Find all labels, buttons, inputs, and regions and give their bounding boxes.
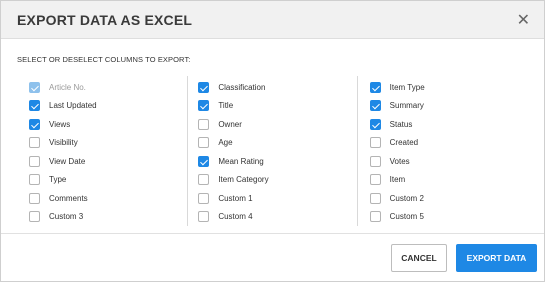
checkbox-custom-1[interactable] [198, 192, 210, 204]
checkbox-label: Owner [218, 119, 242, 129]
checkbox-comments[interactable] [29, 192, 40, 204]
checkbox-custom-5[interactable] [369, 211, 381, 223]
checkbox-item[interactable] [369, 174, 381, 186]
column-option-age[interactable]: Age [198, 134, 356, 153]
column-option-views[interactable]: Views [29, 115, 187, 134]
checkbox-last-updated[interactable] [29, 100, 40, 112]
column-option-article-no: Article No. [29, 78, 187, 97]
column-option-type[interactable]: Type [29, 171, 187, 190]
checkbox-created[interactable] [369, 137, 381, 149]
checkbox-label: Views [49, 119, 71, 129]
checkbox-custom-3[interactable] [29, 211, 40, 223]
checkbox-item-category[interactable] [198, 174, 210, 186]
checkbox-custom-2[interactable] [369, 192, 381, 204]
column-option-custom-4[interactable]: Custom 4 [198, 208, 356, 227]
checkbox-label: View Date [49, 156, 86, 166]
column-options: Article No. Last Updated Views Visibility Vi… [17, 76, 528, 226]
column-option-title[interactable]: Title [198, 97, 356, 116]
dialog-title: EXPORT DATA AS EXCEL [17, 11, 193, 28]
checkbox-label: Age [218, 138, 233, 148]
cancel-button[interactable]: CANCEL [391, 243, 447, 272]
column-option-summary[interactable]: Summary [369, 97, 528, 116]
checkbox-label: Summary [389, 101, 424, 111]
checkbox-classification[interactable] [198, 81, 210, 93]
checkbox-label: Created [389, 138, 419, 148]
dialog-header: EXPORT DATA AS EXCEL ✕ [1, 1, 544, 39]
option-column-2: Classification Title Owner Age Mean Rating It… [187, 76, 356, 226]
checkbox-label: Votes [389, 156, 410, 166]
column-option-created[interactable]: Created [369, 134, 528, 153]
checkbox-label: Classification [218, 82, 266, 92]
column-option-comments[interactable]: Comments [29, 189, 187, 208]
checkbox-label: Custom 4 [218, 212, 253, 222]
checkbox-age[interactable] [198, 137, 210, 149]
checkbox-label: Item Category [218, 175, 269, 185]
checkbox-label: Custom 3 [49, 212, 84, 222]
checkbox-label: Custom 1 [218, 193, 253, 203]
option-column-1: Article No. Last Updated Views Visibility Vi… [17, 76, 187, 226]
column-option-view-date[interactable]: View Date [29, 152, 187, 171]
column-option-votes[interactable]: Votes [369, 152, 528, 171]
checkbox-label: Item Type [389, 82, 425, 92]
column-option-custom-2[interactable]: Custom 2 [369, 189, 528, 208]
checkbox-label: Type [49, 175, 67, 185]
checkbox-status[interactable] [369, 118, 381, 130]
checkbox-visibility[interactable] [29, 137, 40, 149]
checkbox-votes[interactable] [369, 155, 381, 167]
checkbox-label: Title [218, 101, 234, 111]
column-option-last-updated[interactable]: Last Updated [29, 97, 187, 116]
checkbox-label: Item [389, 175, 406, 185]
export-excel-dialog: EXPORT DATA AS EXCEL ✕ SELECT OR DESELEC… [0, 0, 545, 282]
checkbox-label: Article No. [49, 82, 86, 92]
export-data-button[interactable]: EXPORT DATA [456, 243, 537, 272]
checkbox-owner[interactable] [198, 118, 210, 130]
column-option-item-category[interactable]: Item Category [198, 171, 356, 190]
checkbox-summary[interactable] [369, 100, 381, 112]
column-option-item-type[interactable]: Item Type [369, 78, 528, 97]
checkbox-mean-rating[interactable] [198, 155, 210, 167]
column-option-mean-rating[interactable]: Mean Rating [198, 152, 356, 171]
checkbox-label: Status [389, 119, 413, 129]
checkbox-label: Mean Rating [218, 156, 264, 166]
checkbox-custom-4[interactable] [198, 211, 210, 223]
checkbox-type[interactable] [29, 174, 40, 186]
column-option-custom-3[interactable]: Custom 3 [29, 208, 187, 227]
checkbox-label: Last Updated [49, 101, 97, 111]
column-option-owner[interactable]: Owner [198, 115, 356, 134]
checkbox-views[interactable] [29, 118, 40, 130]
instructions-text: SELECT OR DESELECT COLUMNS TO EXPORT: [17, 55, 191, 64]
option-column-3: Item Type Summary Status Created Votes Item Cu… [356, 76, 528, 227]
checkbox-label: Visibility [49, 138, 78, 148]
checkbox-label: Custom 5 [389, 212, 424, 222]
column-option-custom-5[interactable]: Custom 5 [369, 208, 528, 227]
column-option-custom-1[interactable]: Custom 1 [198, 189, 356, 208]
checkbox-label: Custom 2 [389, 193, 424, 203]
checkbox-article-no [29, 81, 40, 93]
checkbox-title[interactable] [198, 100, 210, 112]
column-option-visibility[interactable]: Visibility [29, 134, 187, 153]
close-icon[interactable]: ✕ [517, 11, 530, 28]
column-option-classification[interactable]: Classification [198, 78, 356, 97]
dialog-footer: CANCEL EXPORT DATA [1, 233, 544, 281]
dialog-body: SELECT OR DESELECT COLUMNS TO EXPORT: Ar… [1, 39, 544, 226]
checkbox-label: Comments [49, 193, 88, 203]
column-option-status[interactable]: Status [369, 115, 528, 134]
checkbox-item-type[interactable] [369, 81, 381, 93]
column-option-item[interactable]: Item [369, 171, 528, 190]
checkbox-view-date[interactable] [29, 155, 40, 167]
